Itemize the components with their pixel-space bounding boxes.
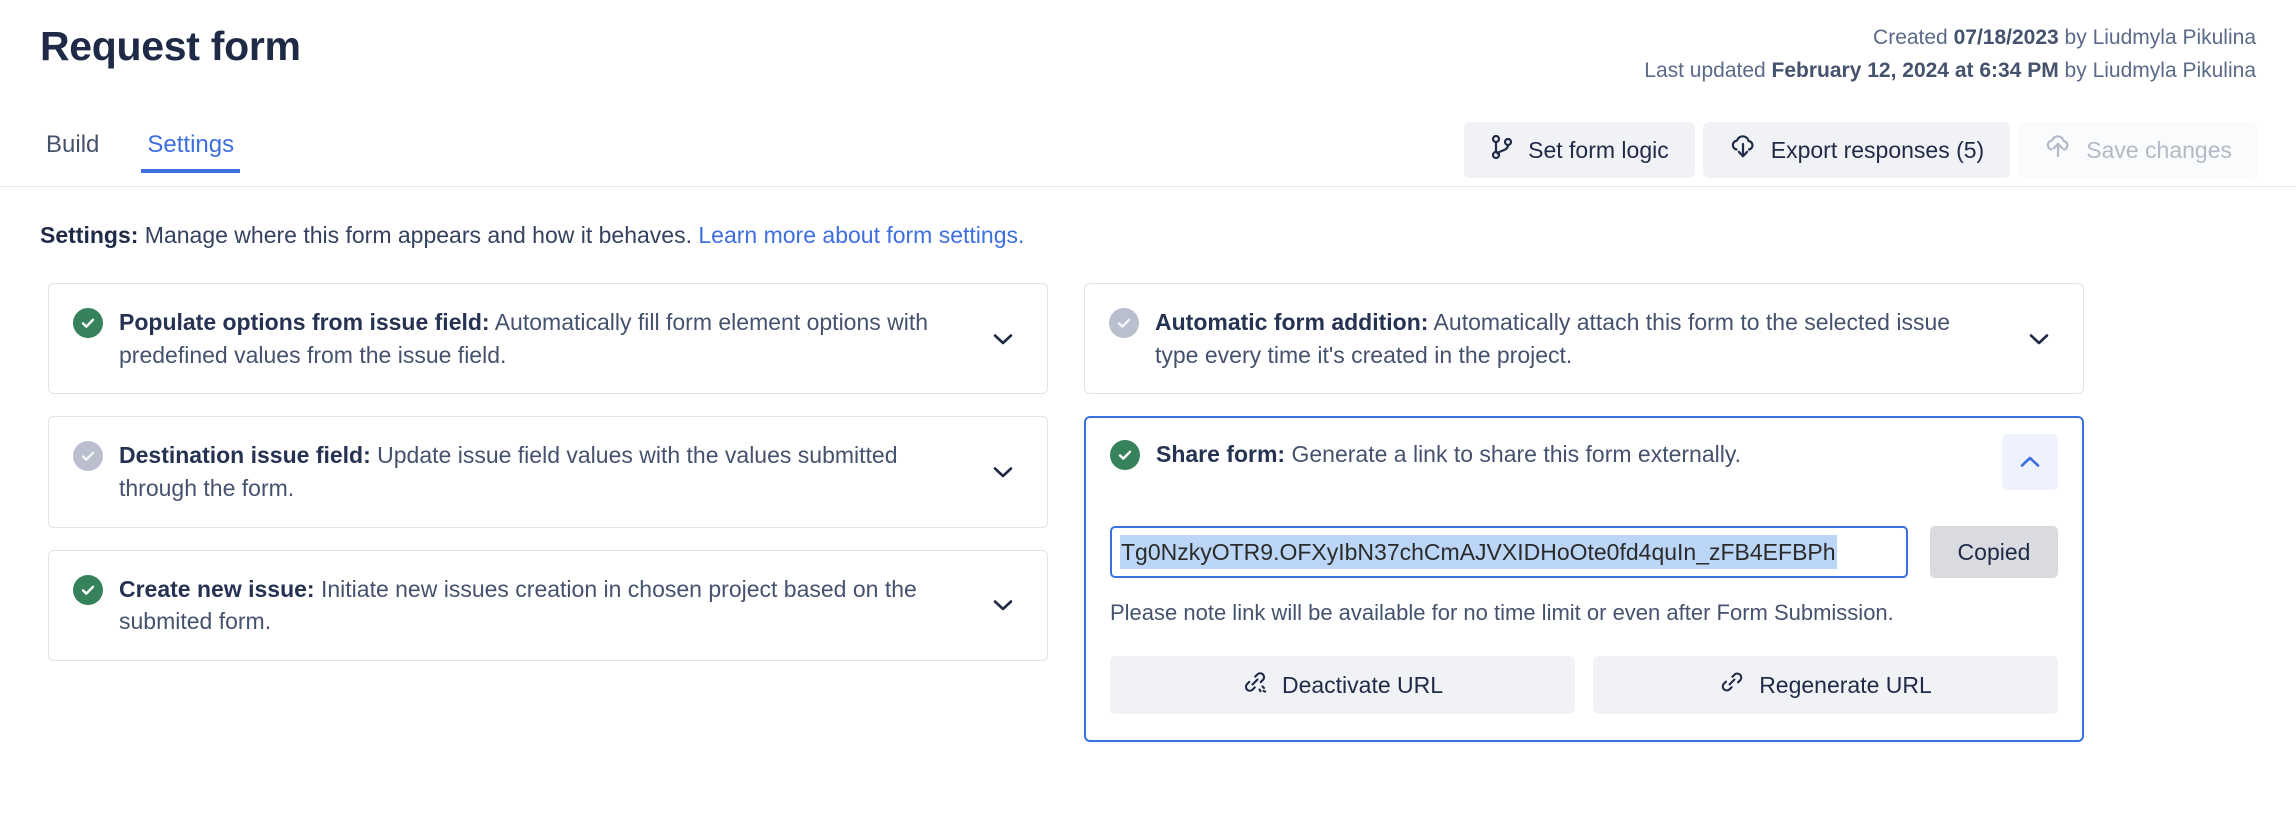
settings-grid: Populate options from issue field: Autom… [48,283,2256,742]
settings-column-right: Automatic form addition: Automatically a… [1084,283,2084,742]
card-body: Create new issue: Initiate new issues cr… [73,573,981,638]
created-date: 07/18/2023 [1954,26,2059,49]
settings-description: Settings: Manage where this form appears… [40,222,1024,249]
card-body: Automatic form addition: Automatically a… [1109,306,2017,371]
settings-description-text: Manage where this form appears and how i… [138,222,698,248]
export-responses-button[interactable]: Export responses (5) [1703,122,2010,178]
card-body: Destination issue field: Update issue fi… [73,439,981,504]
card-title: Share form: [1156,441,1285,467]
setting-card-create-new-issue[interactable]: Create new issue: Initiate new issues cr… [48,550,1048,661]
chevron-down-icon[interactable] [981,450,1025,494]
setting-card-destination-issue-field[interactable]: Destination issue field: Update issue fi… [48,416,1048,527]
form-metadata: Created 07/18/2023 by Liudmyla Pikulina … [1644,22,2256,87]
created-by-user: Liudmyla Pikulina [2093,26,2256,49]
updated-by-label: by [2065,59,2087,82]
updated-by-user: Liudmyla Pikulina [2093,59,2256,82]
tab-bar: Build Settings [40,130,240,173]
updated-label: Last updated [1644,59,1765,82]
chevron-up-icon[interactable] [2002,434,2058,490]
save-changes-label: Save changes [2086,137,2232,164]
tab-build[interactable]: Build [40,130,105,173]
settings-column-left: Populate options from issue field: Autom… [48,283,1048,661]
updated-line: Last updated February 12, 2024 at 6:34 P… [1644,55,2256,88]
card-title: Populate options from issue field: [119,309,490,335]
created-label: Created [1873,26,1948,49]
setting-card-share-form: Share form: Generate a link to share thi… [1084,416,2084,742]
chevron-down-icon[interactable] [981,317,1025,361]
card-text: Populate options from issue field: Autom… [119,306,939,371]
updated-date: February 12, 2024 at 6:34 PM [1772,59,2059,82]
share-url-input[interactable]: Tg0NzkyOTR9.OFXyIbN37chCmAJVXIDHoOte0fd4… [1110,526,1908,578]
setting-card-automatic-form-addition[interactable]: Automatic form addition: Automatically a… [1084,283,2084,394]
card-title: Automatic form addition: [1155,309,1428,335]
settings-description-label: Settings: [40,222,138,248]
form-settings-page: Request form Created 07/18/2023 by Liudm… [0,0,2296,824]
share-url-note: Please note link will be available for n… [1110,600,2058,626]
share-form-header: Share form: Generate a link to share thi… [1110,438,2058,490]
share-url-actions: Deactivate URL Regenerate URL [1110,656,2058,714]
regenerate-url-button[interactable]: Regenerate URL [1593,656,2058,714]
created-line: Created 07/18/2023 by Liudmyla Pikulina [1644,22,2256,55]
header-divider [0,186,2296,187]
check-circle-icon [73,308,103,338]
export-responses-label: Export responses (5) [1771,137,1984,164]
chevron-down-icon[interactable] [981,583,1025,627]
card-description: Generate a link to share this form exter… [1285,441,1741,467]
link-icon [1719,669,1745,701]
deactivate-url-label: Deactivate URL [1282,672,1443,699]
deactivate-url-button[interactable]: Deactivate URL [1110,656,1575,714]
check-circle-icon [73,441,103,471]
regenerate-url-label: Regenerate URL [1759,672,1932,699]
card-text: Destination issue field: Update issue fi… [119,439,939,504]
card-text: Create new issue: Initiate new issues cr… [119,573,939,638]
created-by-label: by [2065,26,2087,49]
cloud-download-icon [1729,134,1757,166]
set-form-logic-label: Set form logic [1528,137,1669,164]
share-url-value: Tg0NzkyOTR9.OFXyIbN37chCmAJVXIDHoOte0fd4… [1120,535,1837,569]
share-url-row: Tg0NzkyOTR9.OFXyIbN37chCmAJVXIDHoOte0fd4… [1110,526,2058,578]
chevron-down-icon[interactable] [2017,317,2061,361]
tab-settings[interactable]: Settings [141,130,240,173]
setting-card-populate-options[interactable]: Populate options from issue field: Autom… [48,283,1048,394]
card-text: Automatic form addition: Automatically a… [1155,306,1975,371]
card-title: Destination issue field: [119,442,371,468]
check-circle-icon [1110,440,1140,470]
page-header: Request form Created 07/18/2023 by Liudm… [0,0,2296,120]
check-circle-icon [73,575,103,605]
branch-icon [1490,134,1514,166]
set-form-logic-button[interactable]: Set form logic [1464,122,1695,178]
save-changes-button[interactable]: Save changes [2018,122,2258,178]
card-text: Share form: Generate a link to share thi… [1156,438,1741,471]
copy-url-button[interactable]: Copied [1930,526,2058,578]
card-body: Populate options from issue field: Autom… [73,306,981,371]
learn-more-link[interactable]: Learn more about form settings. [698,222,1024,248]
check-circle-icon [1109,308,1139,338]
card-title: Create new issue: [119,576,315,602]
broken-link-icon [1242,669,1268,701]
page-toolbar: Set form logic Export responses (5) [1464,122,2258,178]
cloud-upload-icon [2044,134,2072,166]
